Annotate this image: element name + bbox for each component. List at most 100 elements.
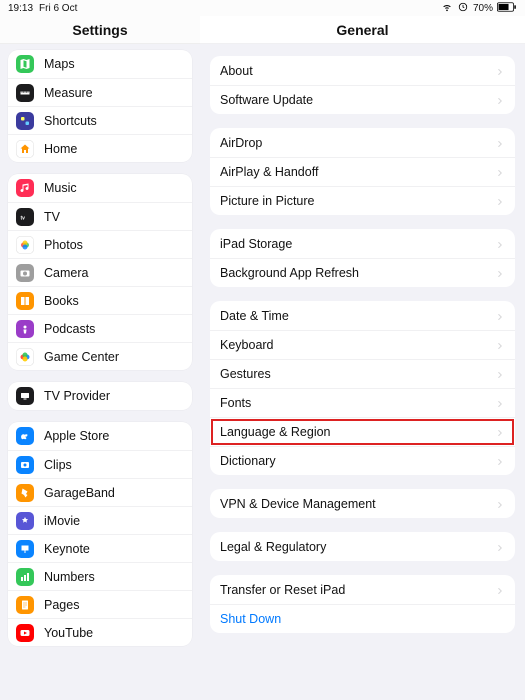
svg-text:tv: tv: [21, 215, 26, 221]
row-keyboard[interactable]: Keyboard: [210, 330, 515, 359]
sidebar-item-music[interactable]: Music: [8, 174, 192, 202]
sidebar-item-apple-store[interactable]: Apple Store: [8, 422, 192, 450]
sidebar-item-label: YouTube: [44, 626, 93, 640]
row-software-update[interactable]: Software Update: [210, 85, 515, 114]
row-label: AirPlay & Handoff: [220, 165, 495, 179]
row-airdrop[interactable]: AirDrop: [210, 128, 515, 157]
sidebar-item-imovie[interactable]: iMovie: [8, 506, 192, 534]
row-label: Date & Time: [220, 309, 495, 323]
row-label: Dictionary: [220, 454, 495, 468]
numbers-icon: [16, 568, 34, 586]
row-legal-regulatory[interactable]: Legal & Regulatory: [210, 532, 515, 561]
status-bar: 19:13 Fri 6 Oct 70%: [0, 0, 525, 16]
sidebar-item-label: iMovie: [44, 514, 80, 528]
sidebar-item-tv-provider[interactable]: TV Provider: [8, 382, 192, 410]
music-icon: [16, 179, 34, 197]
battery-icon: [497, 2, 517, 15]
chevron-right-icon: [495, 369, 505, 379]
sidebar-item-camera[interactable]: Camera: [8, 258, 192, 286]
sidebar-item-label: Music: [44, 181, 77, 195]
wifi-icon: [441, 2, 453, 15]
applestore-icon: [16, 427, 34, 445]
sidebar-item-tv[interactable]: tv TV: [8, 202, 192, 230]
row-date-time[interactable]: Date & Time: [210, 301, 515, 330]
chevron-right-icon: [495, 456, 505, 466]
settings-section: Date & Time Keyboard Gestures Fonts Language…: [210, 301, 515, 475]
settings-section: Transfer or Reset iPad Shut Down: [210, 575, 515, 633]
sidebar-item-label: Shortcuts: [44, 114, 97, 128]
imovie-icon: [16, 512, 34, 530]
row-transfer-or-reset-ipad[interactable]: Transfer or Reset iPad: [210, 575, 515, 604]
sidebar-item-garageband[interactable]: GarageBand: [8, 478, 192, 506]
row-language-region[interactable]: Language & Region: [210, 417, 515, 446]
status-battery-text: 70%: [473, 3, 493, 14]
sidebar-title: Settings: [0, 16, 200, 44]
row-label: iPad Storage: [220, 237, 495, 251]
sidebar-item-shortcuts[interactable]: Shortcuts: [8, 106, 192, 134]
map-icon: [16, 55, 34, 73]
sidebar-item-pages[interactable]: Pages: [8, 590, 192, 618]
chevron-right-icon: [495, 66, 505, 76]
podcast-icon: [16, 320, 34, 338]
row-airplay-handoff[interactable]: AirPlay & Handoff: [210, 157, 515, 186]
row-label: Fonts: [220, 396, 495, 410]
sidebar-item-home[interactable]: Home: [8, 134, 192, 162]
sidebar-item-keynote[interactable]: Keynote: [8, 534, 192, 562]
sidebar-item-measure[interactable]: Measure: [8, 78, 192, 106]
sidebar-item-label: Numbers: [44, 570, 95, 584]
row-gestures[interactable]: Gestures: [210, 359, 515, 388]
row-shut-down[interactable]: Shut Down: [210, 604, 515, 633]
sidebar-item-maps[interactable]: Maps: [8, 50, 192, 78]
settings-section: Legal & Regulatory: [210, 532, 515, 561]
sidebar-item-clips[interactable]: Clips: [8, 450, 192, 478]
sidebar-item-label: Measure: [44, 86, 93, 100]
keynote-icon: [16, 540, 34, 558]
sidebar-item-numbers[interactable]: Numbers: [8, 562, 192, 590]
row-label: Shut Down: [220, 612, 505, 626]
row-label: About: [220, 64, 495, 78]
chevron-right-icon: [495, 542, 505, 552]
row-label: Background App Refresh: [220, 266, 495, 280]
status-time: 19:13: [8, 3, 33, 14]
camera-icon: [16, 264, 34, 282]
sidebar-item-label: Camera: [44, 266, 88, 280]
gamecenter-icon: [16, 348, 34, 366]
books-icon: [16, 292, 34, 310]
settings-section: AirDrop AirPlay & Handoff Picture in Pictu…: [210, 128, 515, 215]
sidebar-item-label: TV: [44, 210, 60, 224]
row-vpn-device-management[interactable]: VPN & Device Management: [210, 489, 515, 518]
sidebar-item-podcasts[interactable]: Podcasts: [8, 314, 192, 342]
tvprovider-icon: [16, 387, 34, 405]
detail-title: General: [200, 16, 525, 44]
row-label: VPN & Device Management: [220, 497, 495, 511]
detail-panel: General About Software Update AirDrop AirPl…: [200, 16, 525, 700]
sidebar-item-label: Photos: [44, 238, 83, 252]
sidebar-group: Maps Measure Shortcuts Home: [8, 50, 192, 162]
clips-icon: [16, 456, 34, 474]
row-fonts[interactable]: Fonts: [210, 388, 515, 417]
row-picture-in-picture[interactable]: Picture in Picture: [210, 186, 515, 215]
chevron-right-icon: [495, 138, 505, 148]
sidebar-item-game-center[interactable]: Game Center: [8, 342, 192, 370]
row-label: Software Update: [220, 93, 495, 107]
tv-icon: tv: [16, 208, 34, 226]
sidebar-item-youtube[interactable]: YouTube: [8, 618, 192, 646]
garageband-icon: [16, 484, 34, 502]
sidebar-item-photos[interactable]: Photos: [8, 230, 192, 258]
row-background-app-refresh[interactable]: Background App Refresh: [210, 258, 515, 287]
sidebar-group: Apple StoreClipsGarageBand iMovie Keynote N…: [8, 422, 192, 646]
chevron-right-icon: [495, 167, 505, 177]
sidebar-item-label: Game Center: [44, 350, 119, 364]
sidebar-group: TV Provider: [8, 382, 192, 410]
row-dictionary[interactable]: Dictionary: [210, 446, 515, 475]
chevron-right-icon: [495, 311, 505, 321]
row-label: Keyboard: [220, 338, 495, 352]
row-ipad-storage[interactable]: iPad Storage: [210, 229, 515, 258]
shortcut-icon: [16, 112, 34, 130]
chevron-right-icon: [495, 95, 505, 105]
sidebar-item-label: Maps: [44, 57, 75, 71]
sidebar: Settings Maps Measure Shortcuts Home Music tv…: [0, 16, 200, 700]
sidebar-item-books[interactable]: Books: [8, 286, 192, 314]
chevron-right-icon: [495, 340, 505, 350]
row-about[interactable]: About: [210, 56, 515, 85]
